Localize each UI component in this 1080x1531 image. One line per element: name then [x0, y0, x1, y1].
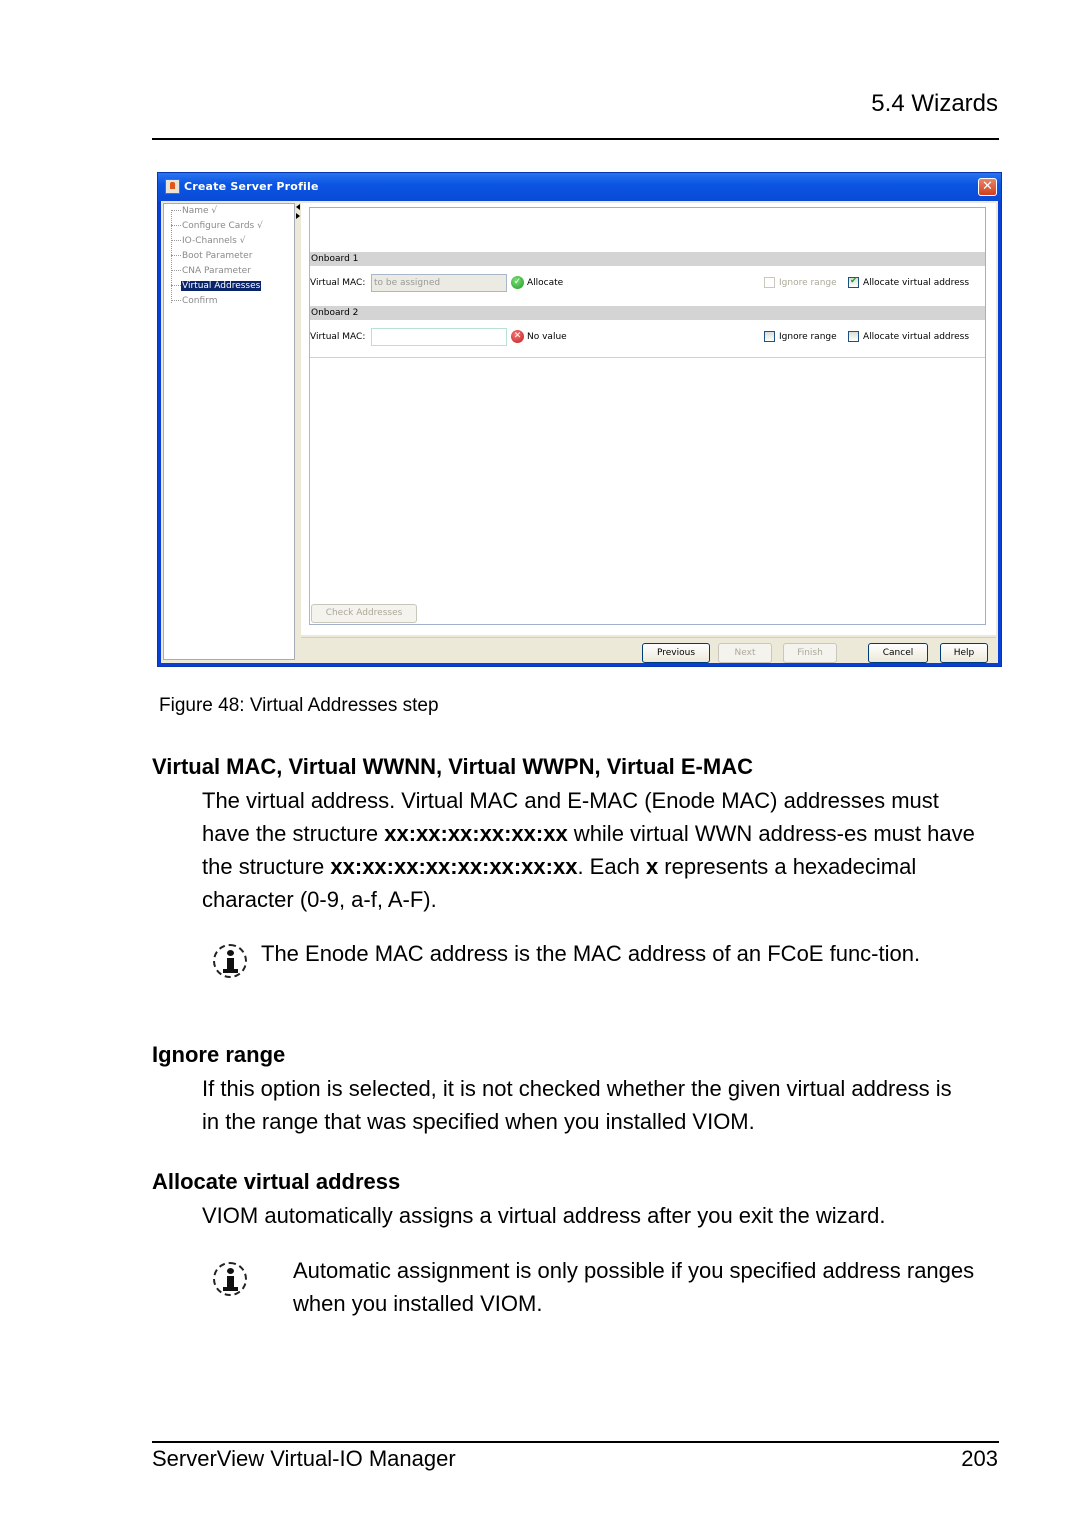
help-button[interactable]: Help: [940, 643, 988, 663]
button-bar-divider: [301, 637, 996, 638]
dialog-client-area: Name √ Configure Cards √ IO-Channels √ B…: [161, 201, 998, 663]
footer-title: ServerView Virtual-IO Manager: [152, 1446, 456, 1471]
automatic-assignment-note: Automatic assignment is only possible if…: [293, 1258, 975, 1316]
dialog-title: Create Server Profile: [184, 180, 319, 193]
footer-rule: [152, 1441, 999, 1443]
onboard-1-ignore-range-checkbox[interactable]: Ignore range: [764, 277, 837, 290]
create-server-profile-dialog: Create Server Profile ✕ Name √ Configure…: [157, 172, 1002, 667]
onboard-2-ignore-range-checkbox[interactable]: Ignore range: [764, 331, 837, 344]
figure-caption: Figure 48: Virtual Addresses step: [159, 695, 439, 716]
tree-item-name[interactable]: Name √: [171, 205, 218, 218]
info-icon: [213, 944, 247, 978]
onboard-1-virtual-mac-field[interactable]: to be assigned: [371, 274, 507, 292]
wwn-pattern: xx:xx:xx:xx:xx:xx:xx:xx: [330, 854, 578, 879]
ignore-range-description: If this option is selected, it is not ch…: [202, 1076, 952, 1134]
info-icon: [213, 1262, 247, 1296]
mac-pattern: xx:xx:xx:xx:xx:xx: [384, 821, 568, 846]
tree-item-confirm[interactable]: Confirm: [171, 295, 218, 308]
collapse-left-icon[interactable]: [296, 204, 300, 210]
checkbox-box[interactable]: [764, 331, 775, 342]
previous-button[interactable]: Previous: [642, 643, 710, 663]
page-number: 203: [961, 1446, 998, 1471]
cancel-button[interactable]: Cancel: [868, 643, 928, 663]
close-icon[interactable]: ✕: [978, 178, 997, 196]
virtual-mac-label: Virtual MAC:: [310, 278, 366, 288]
virtual-mac-label: Virtual MAC:: [310, 332, 366, 342]
section-header: 5.4 Wizards: [871, 90, 998, 117]
header-rule: [152, 138, 999, 140]
check-ok-icon: ✓: [511, 276, 524, 289]
tree-item-virtual-addresses[interactable]: Virtual Addresses: [171, 280, 262, 293]
enode-mac-note: The Enode MAC address is the MAC address…: [261, 941, 921, 966]
tree-item-io-channels[interactable]: IO-Channels √: [171, 235, 246, 248]
group-header-onboard-1: Onboard 1: [310, 252, 985, 266]
tree-item-configure-cards[interactable]: Configure Cards √: [171, 220, 264, 233]
allocate-description: VIOM automatically assigns a virtual add…: [202, 1203, 886, 1228]
onboard-1-status: ✓ Allocate: [511, 276, 563, 290]
onboard-2-status: ✕ No value: [511, 330, 567, 344]
next-button[interactable]: Next: [718, 643, 772, 663]
java-app-icon: [165, 179, 180, 194]
group-divider: [310, 357, 985, 358]
group-header-onboard-2: Onboard 2: [310, 306, 985, 320]
finish-button[interactable]: Finish: [783, 643, 837, 663]
virtual-mac-description: The virtual address. Virtual MAC and E-M…: [202, 788, 975, 912]
onboard-2-allocate-checkbox[interactable]: Allocate virtual address: [848, 331, 969, 344]
tree-item-boot-parameter[interactable]: Boot Parameter: [171, 250, 253, 263]
error-icon: ✕: [511, 330, 524, 343]
term-virtual-mac: Virtual MAC, Virtual WWNN, Virtual WWPN,…: [152, 754, 753, 779]
checkbox-box[interactable]: [848, 275, 859, 288]
check-addresses-button[interactable]: Check Addresses: [311, 604, 417, 623]
addresses-panel: Onboard 1 Virtual MAC: to be assigned ✓ A…: [309, 207, 986, 625]
onboard-1-row: Virtual MAC: to be assigned ✓ Allocate Ig…: [310, 274, 985, 294]
status-text: Allocate: [527, 278, 564, 288]
term-ignore-range: Ignore range: [152, 1042, 286, 1067]
tree-item-cna-parameter[interactable]: CNA Parameter: [171, 265, 252, 278]
status-text: No value: [527, 332, 567, 342]
expand-right-icon[interactable]: [296, 213, 300, 219]
checkbox-box[interactable]: [848, 331, 859, 342]
wizard-steps-tree: Name √ Configure Cards √ IO-Channels √ B…: [163, 203, 295, 660]
onboard-1-allocate-checkbox[interactable]: Allocate virtual address: [848, 275, 969, 290]
term-allocate-virtual-address: Allocate virtual address: [152, 1169, 401, 1194]
onboard-2-row: Virtual MAC: ✕ No value Ignore range Allo…: [310, 328, 985, 348]
dialog-titlebar[interactable]: Create Server Profile ✕: [158, 173, 1001, 201]
checkbox-box[interactable]: [764, 277, 775, 288]
content-pane: Onboard 1 Virtual MAC: to be assigned ✓ A…: [301, 203, 996, 635]
onboard-2-virtual-mac-field[interactable]: [371, 328, 507, 346]
